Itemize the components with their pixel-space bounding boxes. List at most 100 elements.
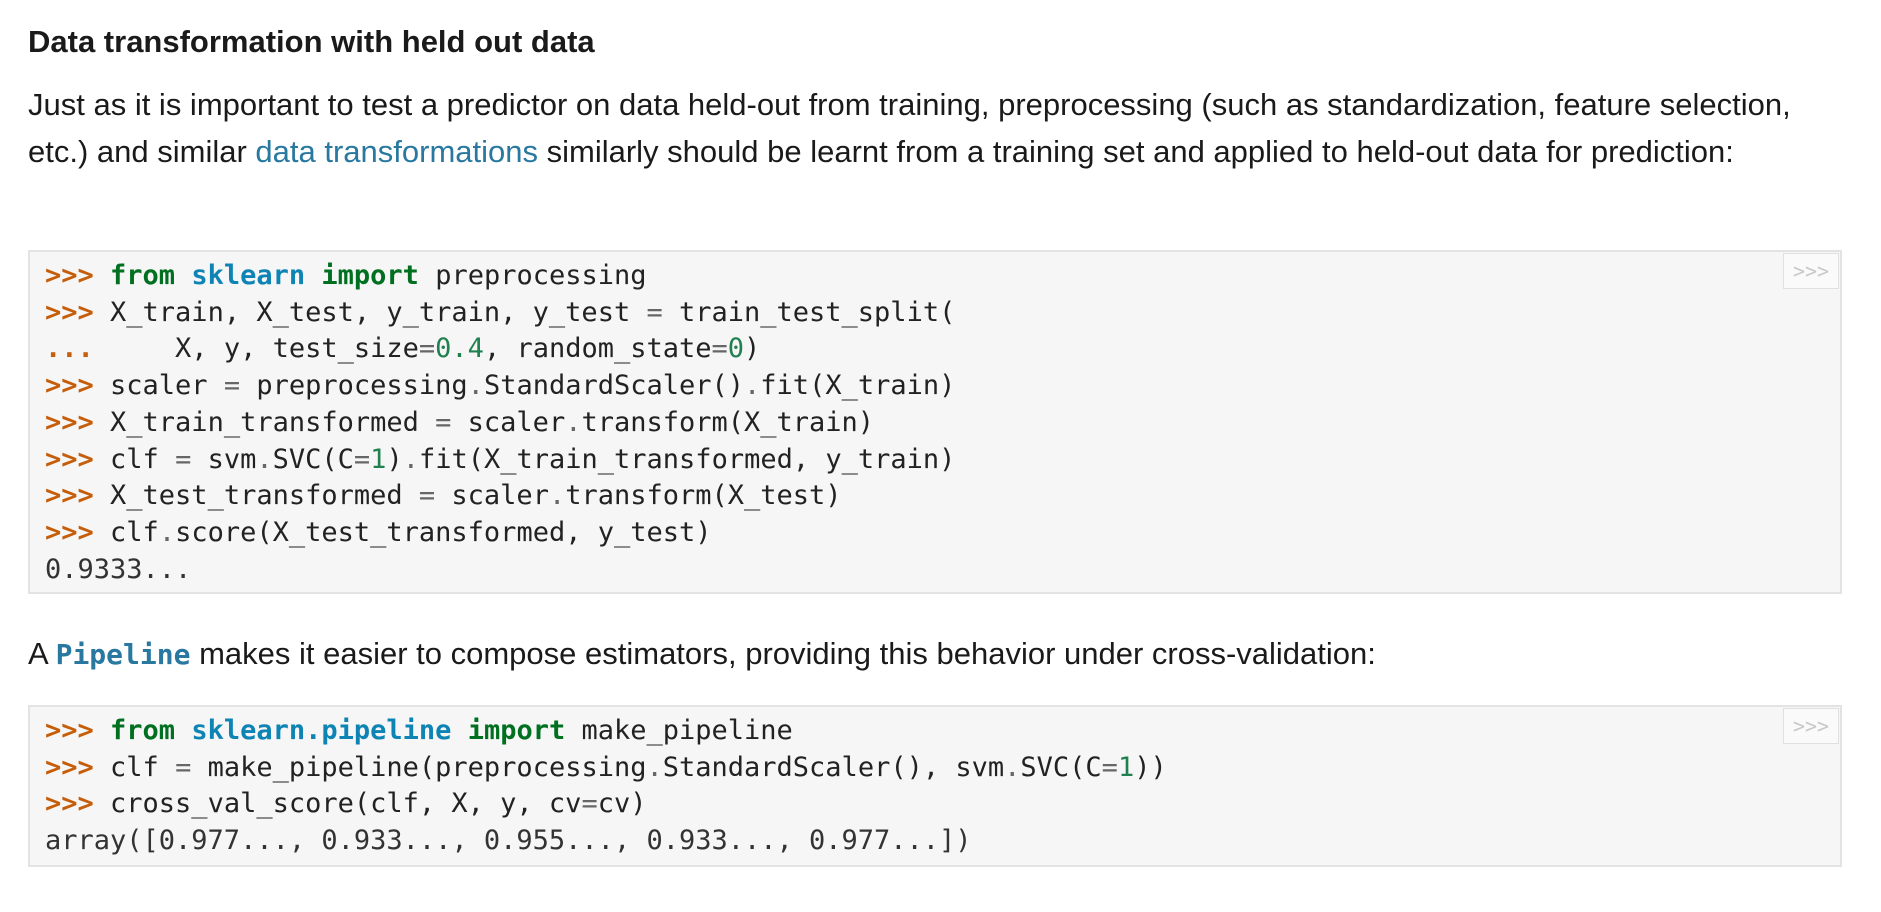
code-token: = [418, 480, 436, 512]
code-token: SVC(C [272, 443, 354, 475]
code-token: . [1004, 751, 1021, 783]
code-line: 0.9333... [45, 554, 191, 585]
code-token: . [256, 443, 273, 475]
code-token: = [223, 370, 241, 402]
code-token: fit(X_train_transformed, y_train) [418, 443, 956, 475]
code-token: . [565, 406, 582, 438]
pipeline-link[interactable]: Pipeline [56, 638, 191, 671]
pipeline-text-end: makes it easier to compose estimators, p… [190, 636, 1376, 671]
section-heading: Data transformation with held out data [28, 24, 595, 59]
code-token: X, y, test_size [110, 333, 419, 365]
code-listing[interactable]: >>> from sklearn.pipeline import make_pi… [30, 707, 1840, 860]
code-line: >>> X_train_transformed = scaler.transfo… [45, 407, 874, 438]
prompt-token: >>> [45, 480, 111, 512]
code-token: scaler [451, 406, 566, 438]
code-token: 0.9333... [45, 553, 192, 585]
code-token: clf [110, 516, 159, 548]
code-token: transform(X_test) [565, 480, 842, 512]
code-token: = [711, 333, 728, 365]
code-token: make_pipeline [565, 715, 793, 746]
code-line: >>> X_test_transformed = scaler.transfor… [45, 480, 842, 511]
code-token: 1 [370, 443, 387, 475]
code-token: . [467, 370, 484, 402]
code-line: array([0.977..., 0.933..., 0.955..., 0.9… [45, 825, 972, 856]
prompt-token: ... [45, 333, 111, 365]
prompt-token: >>> [45, 516, 111, 548]
code-token: = [175, 751, 192, 783]
intro-text-end: similarly should be learnt from a traini… [538, 134, 1734, 169]
code-token: = [1101, 751, 1118, 783]
code-line: >>> clf.score(X_test_transformed, y_test… [45, 517, 712, 548]
code-line: >>> X_train, X_test, y_train, y_test = t… [45, 297, 955, 328]
code-line: >>> clf = svm.SVC(C=1).fit(X_train_trans… [45, 444, 955, 475]
toggle-prompt-button[interactable]: >>> [1783, 708, 1839, 744]
code-token: clf [110, 443, 176, 475]
code-token: StandardScaler() [483, 370, 745, 402]
code-token: = [581, 788, 598, 820]
code-token: 1 [1117, 751, 1135, 783]
code-token: score(X_test_transformed, y_test) [175, 516, 712, 548]
code-token: array([0.977..., 0.933..., 0.955..., 0.9… [45, 825, 972, 857]
code-token: SVC(C [1020, 751, 1102, 783]
code-token: , random_state [483, 333, 712, 365]
code-token: = [353, 443, 371, 475]
code-listing[interactable]: >>> from sklearn import preprocessing >>… [30, 252, 1840, 588]
prompt-token: >>> [45, 370, 111, 402]
code-block-preprocessing: >>> from sklearn import preprocessing >>… [28, 250, 1842, 594]
code-line: >>> from sklearn import preprocessing [45, 260, 647, 291]
code-token: clf [110, 751, 176, 783]
code-token: sklearn [191, 260, 306, 291]
code-token: . [548, 480, 566, 512]
code-token: scaler [435, 480, 549, 512]
code-token: from [110, 260, 176, 291]
code-line: >>> clf = make_pipeline(preprocessing.St… [45, 752, 1167, 783]
code-token: import [321, 260, 419, 291]
code-token: 0.4 [435, 333, 484, 365]
toggle-prompt-button[interactable]: >>> [1783, 253, 1839, 289]
code-token: svm [191, 443, 257, 475]
code-line: >>> cross_val_score(clf, X, y, cv=cv) [45, 788, 646, 819]
prompt-token: >>> [45, 715, 111, 746]
code-token: . [402, 443, 419, 475]
code-line: >>> scaler = preprocessing.StandardScale… [45, 370, 955, 401]
code-token: transform(X_train) [581, 406, 875, 438]
code-block-pipeline: >>> from sklearn.pipeline import make_pi… [28, 705, 1842, 867]
prompt-token: >>> [45, 751, 111, 783]
prompt-token: >>> [45, 296, 111, 328]
code-token: . [158, 516, 176, 548]
code-token: )) [1134, 751, 1167, 783]
code-token: ) [386, 443, 403, 475]
code-token: = [418, 333, 436, 365]
code-token: fit(X_train) [760, 370, 956, 402]
code-token: = [646, 296, 663, 328]
code-token: ) [744, 333, 761, 365]
code-token: train_test_split( [662, 296, 956, 328]
code-token: scaler [110, 370, 224, 402]
code-line: >>> from sklearn.pipeline import make_pi… [45, 715, 793, 746]
code-token: X_train, X_test, y_train, y_test [110, 296, 647, 328]
code-token: preprocessing [240, 370, 468, 402]
code-token: X_train_transformed [110, 406, 436, 438]
code-line: ... X, y, test_size=0.4, random_state=0) [45, 333, 760, 364]
intro-paragraph: Just as it is important to test a predic… [28, 81, 1828, 175]
prompt-token: >>> [45, 443, 111, 475]
code-token: StandardScaler(), svm [662, 751, 1005, 783]
code-token: make_pipeline(preprocessing [191, 751, 647, 783]
code-token: = [435, 406, 452, 438]
prompt-token: >>> [45, 788, 111, 820]
code-token: = [175, 443, 192, 475]
code-token: . [744, 370, 761, 402]
prompt-token: >>> [45, 260, 111, 291]
prompt-token: >>> [45, 406, 111, 438]
code-token: cv) [597, 788, 647, 820]
data-transformations-link[interactable]: data transformations [255, 134, 538, 169]
code-token: from [110, 715, 176, 746]
code-token: import [467, 715, 566, 746]
code-token: 0 [727, 333, 745, 365]
pipeline-paragraph: A Pipeline makes it easier to compose es… [28, 630, 1828, 678]
code-token: . [646, 751, 663, 783]
code-token: preprocessing [418, 260, 647, 291]
